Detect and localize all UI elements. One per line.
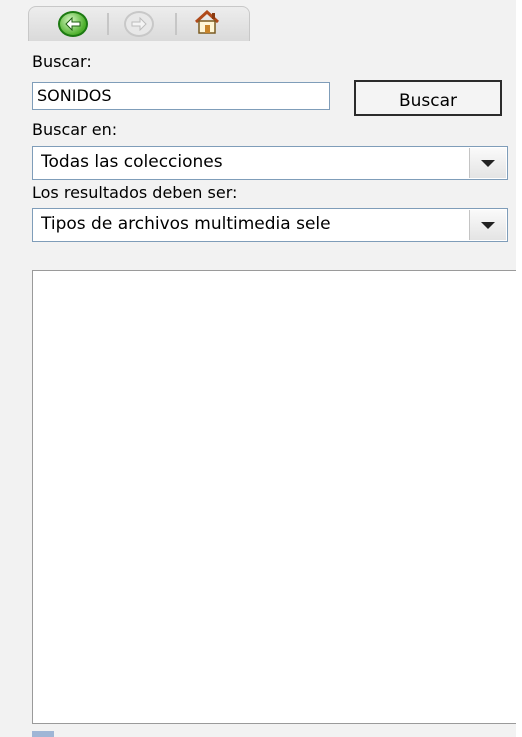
home-icon bbox=[193, 9, 221, 38]
forward-arrow-icon bbox=[124, 11, 154, 37]
organize-clips-icon[interactable] bbox=[32, 731, 54, 737]
back-arrow-icon bbox=[58, 11, 88, 37]
results-type-dropdown[interactable]: Tipos de archivos multimedia sele bbox=[32, 208, 508, 242]
search-label: Buscar: bbox=[32, 52, 92, 71]
results-type-dropdown-button[interactable] bbox=[469, 210, 506, 240]
search-button[interactable]: Buscar bbox=[354, 80, 502, 116]
search-input[interactable]: SONIDOS bbox=[32, 82, 330, 110]
panel-edge bbox=[516, 0, 522, 737]
chevron-down-icon bbox=[481, 221, 495, 229]
results-type-label: Los resultados deben ser: bbox=[32, 183, 238, 202]
forward-button[interactable] bbox=[115, 10, 163, 38]
toolbar-separator bbox=[175, 13, 177, 35]
results-type-selected: Tipos de archivos multimedia sele bbox=[41, 214, 331, 234]
toolbar-separator bbox=[107, 13, 109, 35]
home-button[interactable] bbox=[183, 9, 231, 38]
clip-art-search-panel: Buscar: SONIDOS Buscar Buscar en: Todas … bbox=[0, 0, 522, 737]
navigation-toolbar bbox=[28, 6, 250, 41]
search-in-label: Buscar en: bbox=[32, 120, 118, 139]
results-list[interactable] bbox=[32, 270, 522, 724]
search-in-selected: Todas las colecciones bbox=[41, 152, 223, 172]
search-in-dropdown[interactable]: Todas las colecciones bbox=[32, 146, 508, 180]
back-button[interactable] bbox=[49, 10, 97, 38]
chevron-down-icon bbox=[481, 159, 495, 167]
search-in-dropdown-button[interactable] bbox=[469, 148, 506, 178]
